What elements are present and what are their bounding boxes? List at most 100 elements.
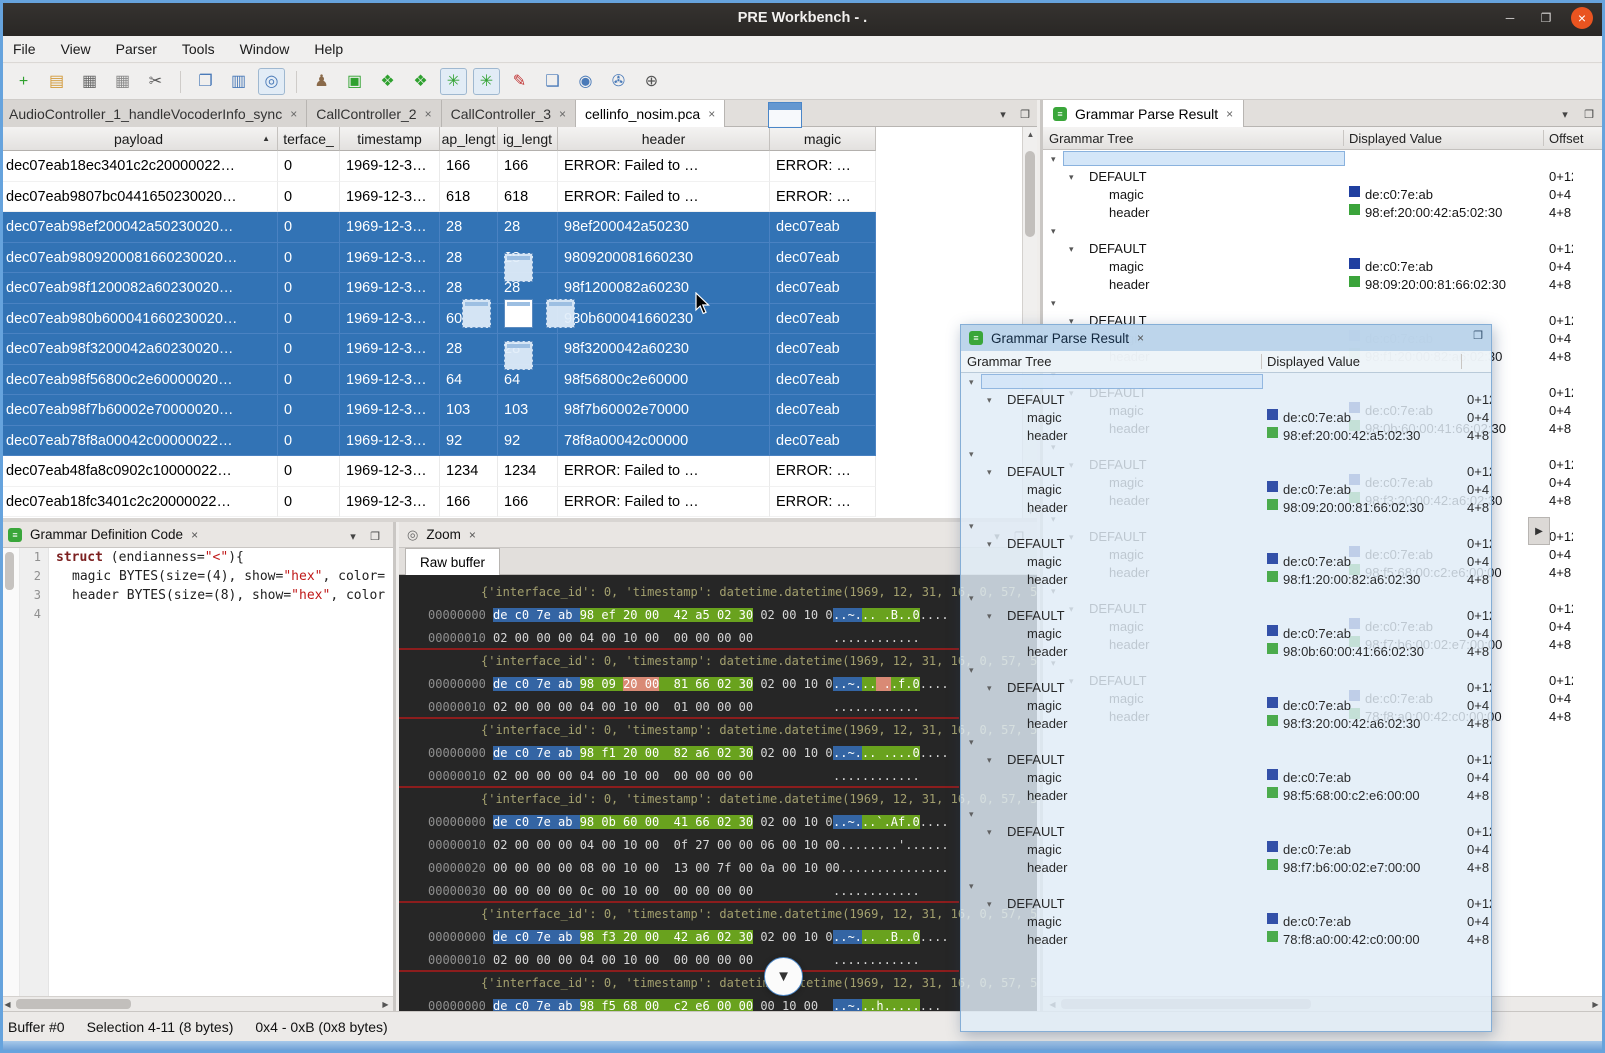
packet-node-row[interactable]: ▾ [961,517,1491,535]
tab-raw-buffer[interactable]: Raw buffer [405,548,500,575]
tab-overflow-icon[interactable]: ▾ [993,104,1013,124]
column-divider[interactable] [1543,130,1544,146]
code-line[interactable]: 2magic BYTES(size=(4), show="hex", color… [20,567,393,586]
copy-icon[interactable]: ❐ [192,68,219,95]
menu-file[interactable]: File [13,41,36,57]
column-header-ap_lengt[interactable]: ap_lengt [440,127,498,151]
field-row-magic[interactable]: magicde:c0:7e:ab0+4 [961,625,1491,643]
hex-row[interactable]: 0000001002 00 00 00 04 00 10 00 00 00 00… [399,765,959,788]
field-row-header[interactable]: header98:f1:20:00:82:a6:02:304+8 [961,571,1491,589]
tab-close-icon[interactable]: × [559,107,566,121]
dock-target-bottom[interactable] [504,341,533,370]
tab-close-icon[interactable]: × [708,107,715,121]
auto-reparse-icon[interactable]: ✳ [440,68,467,95]
close-button[interactable]: × [1571,7,1593,29]
chevron-down-icon[interactable]: ▾ [969,733,974,751]
field-row-header[interactable]: header98:f5:68:00:c2:e6:00:004+8 [961,787,1491,805]
scroll-up-icon[interactable]: ▲ [1023,127,1038,141]
parse-icon[interactable]: ❖ [374,68,401,95]
hex-row[interactable]: 00000000de c0 7e ab 98 0b 60 00 41 66 02… [399,811,1037,834]
tab-close-icon[interactable]: × [425,107,432,121]
float-panel-icon[interactable]: ❐ [365,526,385,546]
hex-row[interactable]: 0000002000 00 00 00 08 00 10 00 13 00 7f… [399,857,1037,880]
field-row-header[interactable]: header98:09:20:00:81:66:02:304+8 [1043,276,1605,294]
chevron-down-icon[interactable]: ▾ [969,589,974,607]
chevron-down-icon[interactable]: ▾ [987,391,992,409]
code-vscrollbar[interactable] [0,548,20,996]
table-row[interactable]: dec07eab18fc3401c2c20000022…01969-12-3…1… [0,487,1022,518]
tab-close-icon[interactable]: × [1226,107,1233,121]
search-icon[interactable]: ⊕ [638,68,665,95]
field-row-magic[interactable]: magicde:c0:7e:ab0+4 [961,913,1491,931]
tab-callcontroller_3[interactable]: CallController_3× [442,100,576,127]
field-row-magic[interactable]: magicde:c0:7e:ab0+4 [1043,258,1605,276]
save-icon[interactable]: ▦ [76,68,103,95]
field-row-header[interactable]: header98:f3:20:00:42:a6:02:304+8 [961,715,1491,733]
field-row-header[interactable]: header98:09:20:00:81:66:02:304+8 [961,499,1491,517]
hex-row[interactable]: 0000001002 00 00 00 04 00 10 00 00 00 00… [399,627,959,650]
dock-target-right[interactable] [546,299,575,328]
close-panel-icon[interactable]: × [469,528,476,542]
close-panel-icon[interactable]: × [1137,331,1144,345]
marker-icon[interactable]: ✎ [506,68,533,95]
column-divider[interactable] [1261,354,1262,369]
hex-row[interactable]: 00000000de c0 7e ab 98 ef 20 00 42 a5 02… [399,604,1037,627]
minimize-button[interactable]: ─ [1499,7,1521,29]
chevron-down-icon[interactable]: ▾ [969,877,974,895]
tab-audiocontroller_1_handlevocoderinfo_sync[interactable]: AudioController_1_handleVocoderInfo_sync… [0,100,307,127]
packet-node-row[interactable]: ▾ [961,733,1491,751]
packet-node-row[interactable]: ▾ [961,661,1491,679]
dock-bottom-hint[interactable]: ▼ [764,957,803,996]
parse-result-column-header[interactable]: Grammar Tree Displayed Value Offset [1043,127,1605,150]
menu-tools[interactable]: Tools [182,41,215,57]
chevron-down-icon[interactable]: ▾ [987,607,992,625]
packet-node-row[interactable]: ▾ [961,805,1491,823]
packet-node-row[interactable]: ▾ [961,589,1491,607]
field-row-header[interactable]: header98:f7:b6:00:02:e7:00:004+8 [961,859,1491,877]
find-icon[interactable]: ◎ [258,68,285,95]
chevron-down-icon[interactable]: ▾ [987,823,992,841]
struct-node-row[interactable]: ▾DEFAULT0+12 [1043,168,1605,186]
dock-target-center[interactable] [504,299,533,328]
table-row[interactable]: dec07eab18ec3401c2c20000022…01969-12-3…1… [0,151,1022,182]
menu-view[interactable]: View [61,41,91,57]
field-row-header[interactable]: header98:0b:60:00:41:66:02:304+8 [961,643,1491,661]
follow-selection-icon[interactable]: ✳ [473,68,500,95]
tab-close-icon[interactable]: × [290,107,297,121]
chevron-down-icon[interactable]: ▾ [969,805,974,823]
field-row-magic[interactable]: magicde:c0:7e:ab0+4 [1043,186,1605,204]
tab-cellinfo_nosim.pca[interactable]: cellinfo_nosim.pca× [576,100,725,127]
chevron-down-icon[interactable]: ▾ [987,463,992,481]
zoom-panel-header[interactable]: ◎ Zoom × ▾ ❐ [399,522,1037,548]
chevron-down-icon[interactable]: ▾ [969,445,974,463]
chevron-down-icon[interactable]: ▾ [987,535,992,553]
screen-icon[interactable]: ▣ [341,68,368,95]
field-row-header[interactable]: header98:ef:20:00:42:a5:02:304+8 [961,427,1491,445]
parse-tree-icon[interactable]: ❖ [407,68,434,95]
field-row-magic[interactable]: magicde:c0:7e:ab0+4 [961,841,1491,859]
column-header-timestamp[interactable]: timestamp [340,127,440,151]
chevron-down-icon[interactable]: ▾ [1069,240,1074,258]
chevron-down-icon[interactable]: ▾ [969,373,974,391]
struct-node-row[interactable]: ▾DEFAULT0+12 [961,607,1491,625]
chevron-down-icon[interactable]: ▾ [1069,168,1074,186]
chevron-down-icon[interactable]: ▾ [969,661,974,679]
packet-node-row[interactable]: ▾ [1043,222,1605,240]
scroll-right-button[interactable]: ▶ [1528,517,1550,545]
column-header-ig_lengt[interactable]: ig_lengt [498,127,558,151]
struct-node-row[interactable]: ▾DEFAULT0+12 [961,391,1491,409]
menu-help[interactable]: Help [314,41,343,57]
field-row-magic[interactable]: magicde:c0:7e:ab0+4 [961,697,1491,715]
tab-callcontroller_2[interactable]: CallController_2× [307,100,441,127]
hex-row[interactable]: 0000001002 00 00 00 04 00 10 00 01 00 00… [399,696,959,719]
field-row-magic[interactable]: magicde:c0:7e:ab0+4 [961,481,1491,499]
hex-row[interactable]: 00000000de c0 7e ab 98 f5 68 00 c2 e6 00… [399,995,1037,1011]
float-panel-icon[interactable]: ❐ [1473,329,1483,342]
close-panel-icon[interactable]: × [191,528,198,542]
new-file-icon[interactable]: + [10,68,37,95]
struct-node-row[interactable]: ▾DEFAULT0+12 [961,535,1491,553]
floating-parse-result-window[interactable]: ≡ Grammar Parse Result × ❐ Grammar Tree … [960,324,1492,1032]
column-divider[interactable] [1461,354,1462,369]
menu-window[interactable]: Window [240,41,290,57]
open-file-icon[interactable]: ▤ [43,68,70,95]
